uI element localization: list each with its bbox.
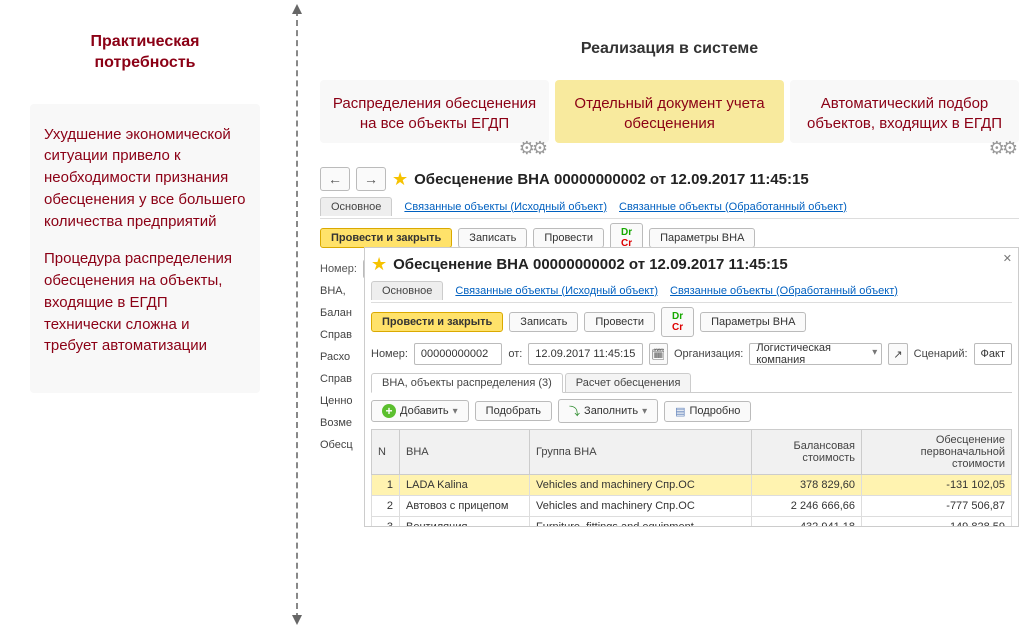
fill-button[interactable]: ⤵ Заполнить <box>558 399 658 423</box>
calendar-icon[interactable]: 🗓 <box>649 343 668 365</box>
open-icon[interactable]: ↗ <box>888 343 907 365</box>
tab-main[interactable]: Основное <box>320 197 392 216</box>
drcr-button[interactable]: DrCr <box>661 307 694 337</box>
post-button[interactable]: Провести <box>584 312 655 332</box>
col-vna[interactable]: ВНА <box>400 430 530 475</box>
number-label: Номер: <box>320 263 357 275</box>
vna-params-button[interactable]: Параметры ВНА <box>649 228 755 248</box>
left-paragraph-1: Ухудшение экономической ситуации привело… <box>44 124 246 233</box>
org-label: Организация: <box>674 348 743 360</box>
save-button[interactable]: Записать <box>509 312 578 332</box>
right-title: Реализация в системе <box>320 40 1019 58</box>
nav-forward-button[interactable]: → <box>356 167 386 191</box>
vertical-divider <box>296 10 298 619</box>
fill-arrow-icon: ⤵ <box>569 403 580 419</box>
inner-doc-window: ✕ ★ Обесценение ВНА 00000000002 от 12.09… <box>364 247 1019 527</box>
tab-main[interactable]: Основное <box>371 281 443 300</box>
detail-button[interactable]: ▤ Подробно <box>664 401 751 422</box>
post-button[interactable]: Провести <box>533 228 604 248</box>
plus-icon: + <box>382 404 396 418</box>
link-processed-objects[interactable]: Связанные объекты (Обработанный объект) <box>670 285 898 297</box>
doc-title: Обесценение ВНА 00000000002 от 12.09.201… <box>414 171 809 188</box>
option-tab-2[interactable]: Отдельный документ учета обесценения <box>555 80 784 143</box>
link-processed-objects[interactable]: Связанные объекты (Обработанный объект) <box>619 201 847 213</box>
star-icon[interactable]: ★ <box>371 254 387 275</box>
post-and-close-button[interactable]: Провести и закрыть <box>320 228 452 248</box>
gears-icon: ⚙⚙ <box>989 139 1015 157</box>
vna-params-button[interactable]: Параметры ВНА <box>700 312 806 332</box>
left-title: Практическая потребность <box>91 32 200 74</box>
inner-doc-title: Обесценение ВНА 00000000002 от 12.09.201… <box>393 256 788 273</box>
left-narrative-box: Ухудшение экономической ситуации привело… <box>30 104 260 394</box>
option-tab-1[interactable]: Распределения обесценения на все объекты… <box>320 80 549 143</box>
option-tab-3[interactable]: Автоматический подбор объектов, входящих… <box>790 80 1019 143</box>
link-source-objects[interactable]: Связанные объекты (Исходный объект) <box>455 285 658 297</box>
detail-icon: ▤ <box>675 405 685 418</box>
organization-select[interactable]: Логистическая компания <box>749 343 882 365</box>
scenario-field[interactable]: Факт <box>974 343 1012 365</box>
left-paragraph-2: Процедура распределения обесценения на о… <box>44 248 246 357</box>
pick-button[interactable]: Подобрать <box>475 401 552 421</box>
scenario-label: Сценарий: <box>914 348 968 360</box>
table-header-row: N ВНА Группа ВНА Балансовая стоимость Об… <box>372 430 1012 475</box>
subtab-vna-objects[interactable]: ВНА, объекты распределения (3) <box>371 373 563 393</box>
date-label: от: <box>508 348 522 360</box>
date-field[interactable]: 12.09.2017 11:45:15 <box>528 343 642 365</box>
save-button[interactable]: Записать <box>458 228 527 248</box>
col-group[interactable]: Группа ВНА <box>530 430 752 475</box>
vna-table[interactable]: N ВНА Группа ВНА Балансовая стоимость Об… <box>371 429 1012 527</box>
col-n[interactable]: N <box>372 430 400 475</box>
col-balance[interactable]: Балансовая стоимость <box>752 430 862 475</box>
col-impairment[interactable]: Обесценение первоначальной стоимости <box>862 430 1012 475</box>
nav-back-button[interactable]: ← <box>320 167 350 191</box>
close-icon[interactable]: ✕ <box>1003 252 1012 265</box>
number-label: Номер: <box>371 348 408 360</box>
star-icon[interactable]: ★ <box>392 169 408 190</box>
subtab-calc[interactable]: Расчет обесценения <box>565 373 692 392</box>
table-row[interactable]: 3 Вентиляция Furniture, fittings and equ… <box>372 517 1012 528</box>
truncated-side-labels: ВНА, Балан Справ Расхо Справ Ценно Возме… <box>320 285 358 451</box>
number-field[interactable]: 00000000002 <box>414 343 502 365</box>
table-row[interactable]: 1 LADA Kalina Vehicles and machinery Спр… <box>372 475 1012 496</box>
post-and-close-button[interactable]: Провести и закрыть <box>371 312 503 332</box>
add-button[interactable]: + Добавить <box>371 400 469 422</box>
gears-icon: ⚙⚙ <box>519 139 545 157</box>
link-source-objects[interactable]: Связанные объекты (Исходный объект) <box>404 201 607 213</box>
option-row: Распределения обесценения на все объекты… <box>320 80 1019 143</box>
table-row[interactable]: 2 Автовоз с прицепом Vehicles and machin… <box>372 496 1012 517</box>
